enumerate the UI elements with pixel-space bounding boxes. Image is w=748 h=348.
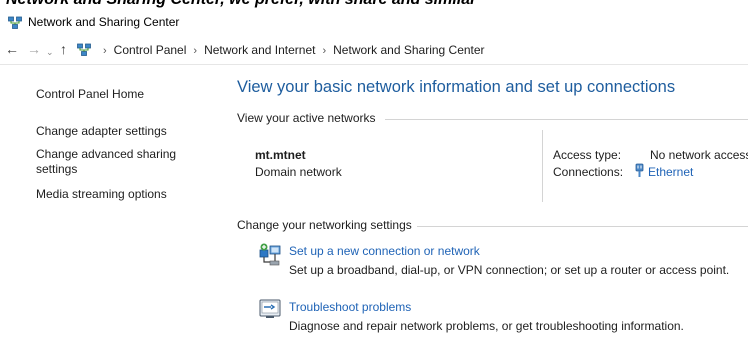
active-networks-heading: View your active networks xyxy=(237,111,376,125)
setup-connection-description: Set up a broadband, dial-up, or VPN conn… xyxy=(289,263,730,277)
network-name: mt.mtnet xyxy=(255,148,306,162)
troubleshoot-icon xyxy=(259,299,281,324)
breadcrumb-separator: › xyxy=(103,45,107,57)
network-center-icon xyxy=(8,16,22,35)
recent-locations-chevron-icon[interactable]: ⌄ xyxy=(46,43,54,61)
window-title: Network and Sharing Center xyxy=(28,15,180,29)
sidebar-item-media-streaming[interactable]: Media streaming options xyxy=(36,187,167,202)
page-title: View your basic network information and … xyxy=(237,78,676,96)
main-content: View your basic network information and … xyxy=(237,0,748,348)
control-panel-icon xyxy=(77,43,91,62)
back-arrow-icon[interactable]: ← xyxy=(5,40,19,58)
troubleshoot-description: Diagnose and repair network problems, or… xyxy=(289,319,684,333)
change-settings-heading: Change your networking settings xyxy=(237,218,412,232)
ethernet-icon xyxy=(634,163,645,183)
section-rule xyxy=(417,226,748,227)
section-rule xyxy=(385,119,748,120)
up-arrow-icon[interactable]: ↑ xyxy=(60,40,67,58)
sidebar-item-control-panel-home[interactable]: Control Panel Home xyxy=(36,87,144,102)
sidebar-item-change-adapter-settings[interactable]: Change adapter settings xyxy=(36,124,167,139)
breadcrumb-control-panel[interactable]: Control Panel xyxy=(114,43,187,57)
network-type: Domain network xyxy=(255,165,342,179)
new-connection-icon xyxy=(259,243,281,272)
forward-arrow-icon[interactable]: → xyxy=(27,40,41,58)
setup-connection-link[interactable]: Set up a new connection or network xyxy=(289,244,480,258)
connections-label: Connections: xyxy=(553,165,624,179)
sidebar-item-advanced-sharing[interactable]: Change advanced sharing settings xyxy=(36,147,176,177)
access-type-label: Access type: xyxy=(553,148,622,162)
ethernet-link[interactable]: Ethernet xyxy=(648,165,693,179)
access-type-value: No network access xyxy=(650,148,748,162)
network-divider xyxy=(542,130,543,202)
breadcrumb-separator: › xyxy=(193,45,198,57)
troubleshoot-link[interactable]: Troubleshoot problems xyxy=(289,300,411,314)
